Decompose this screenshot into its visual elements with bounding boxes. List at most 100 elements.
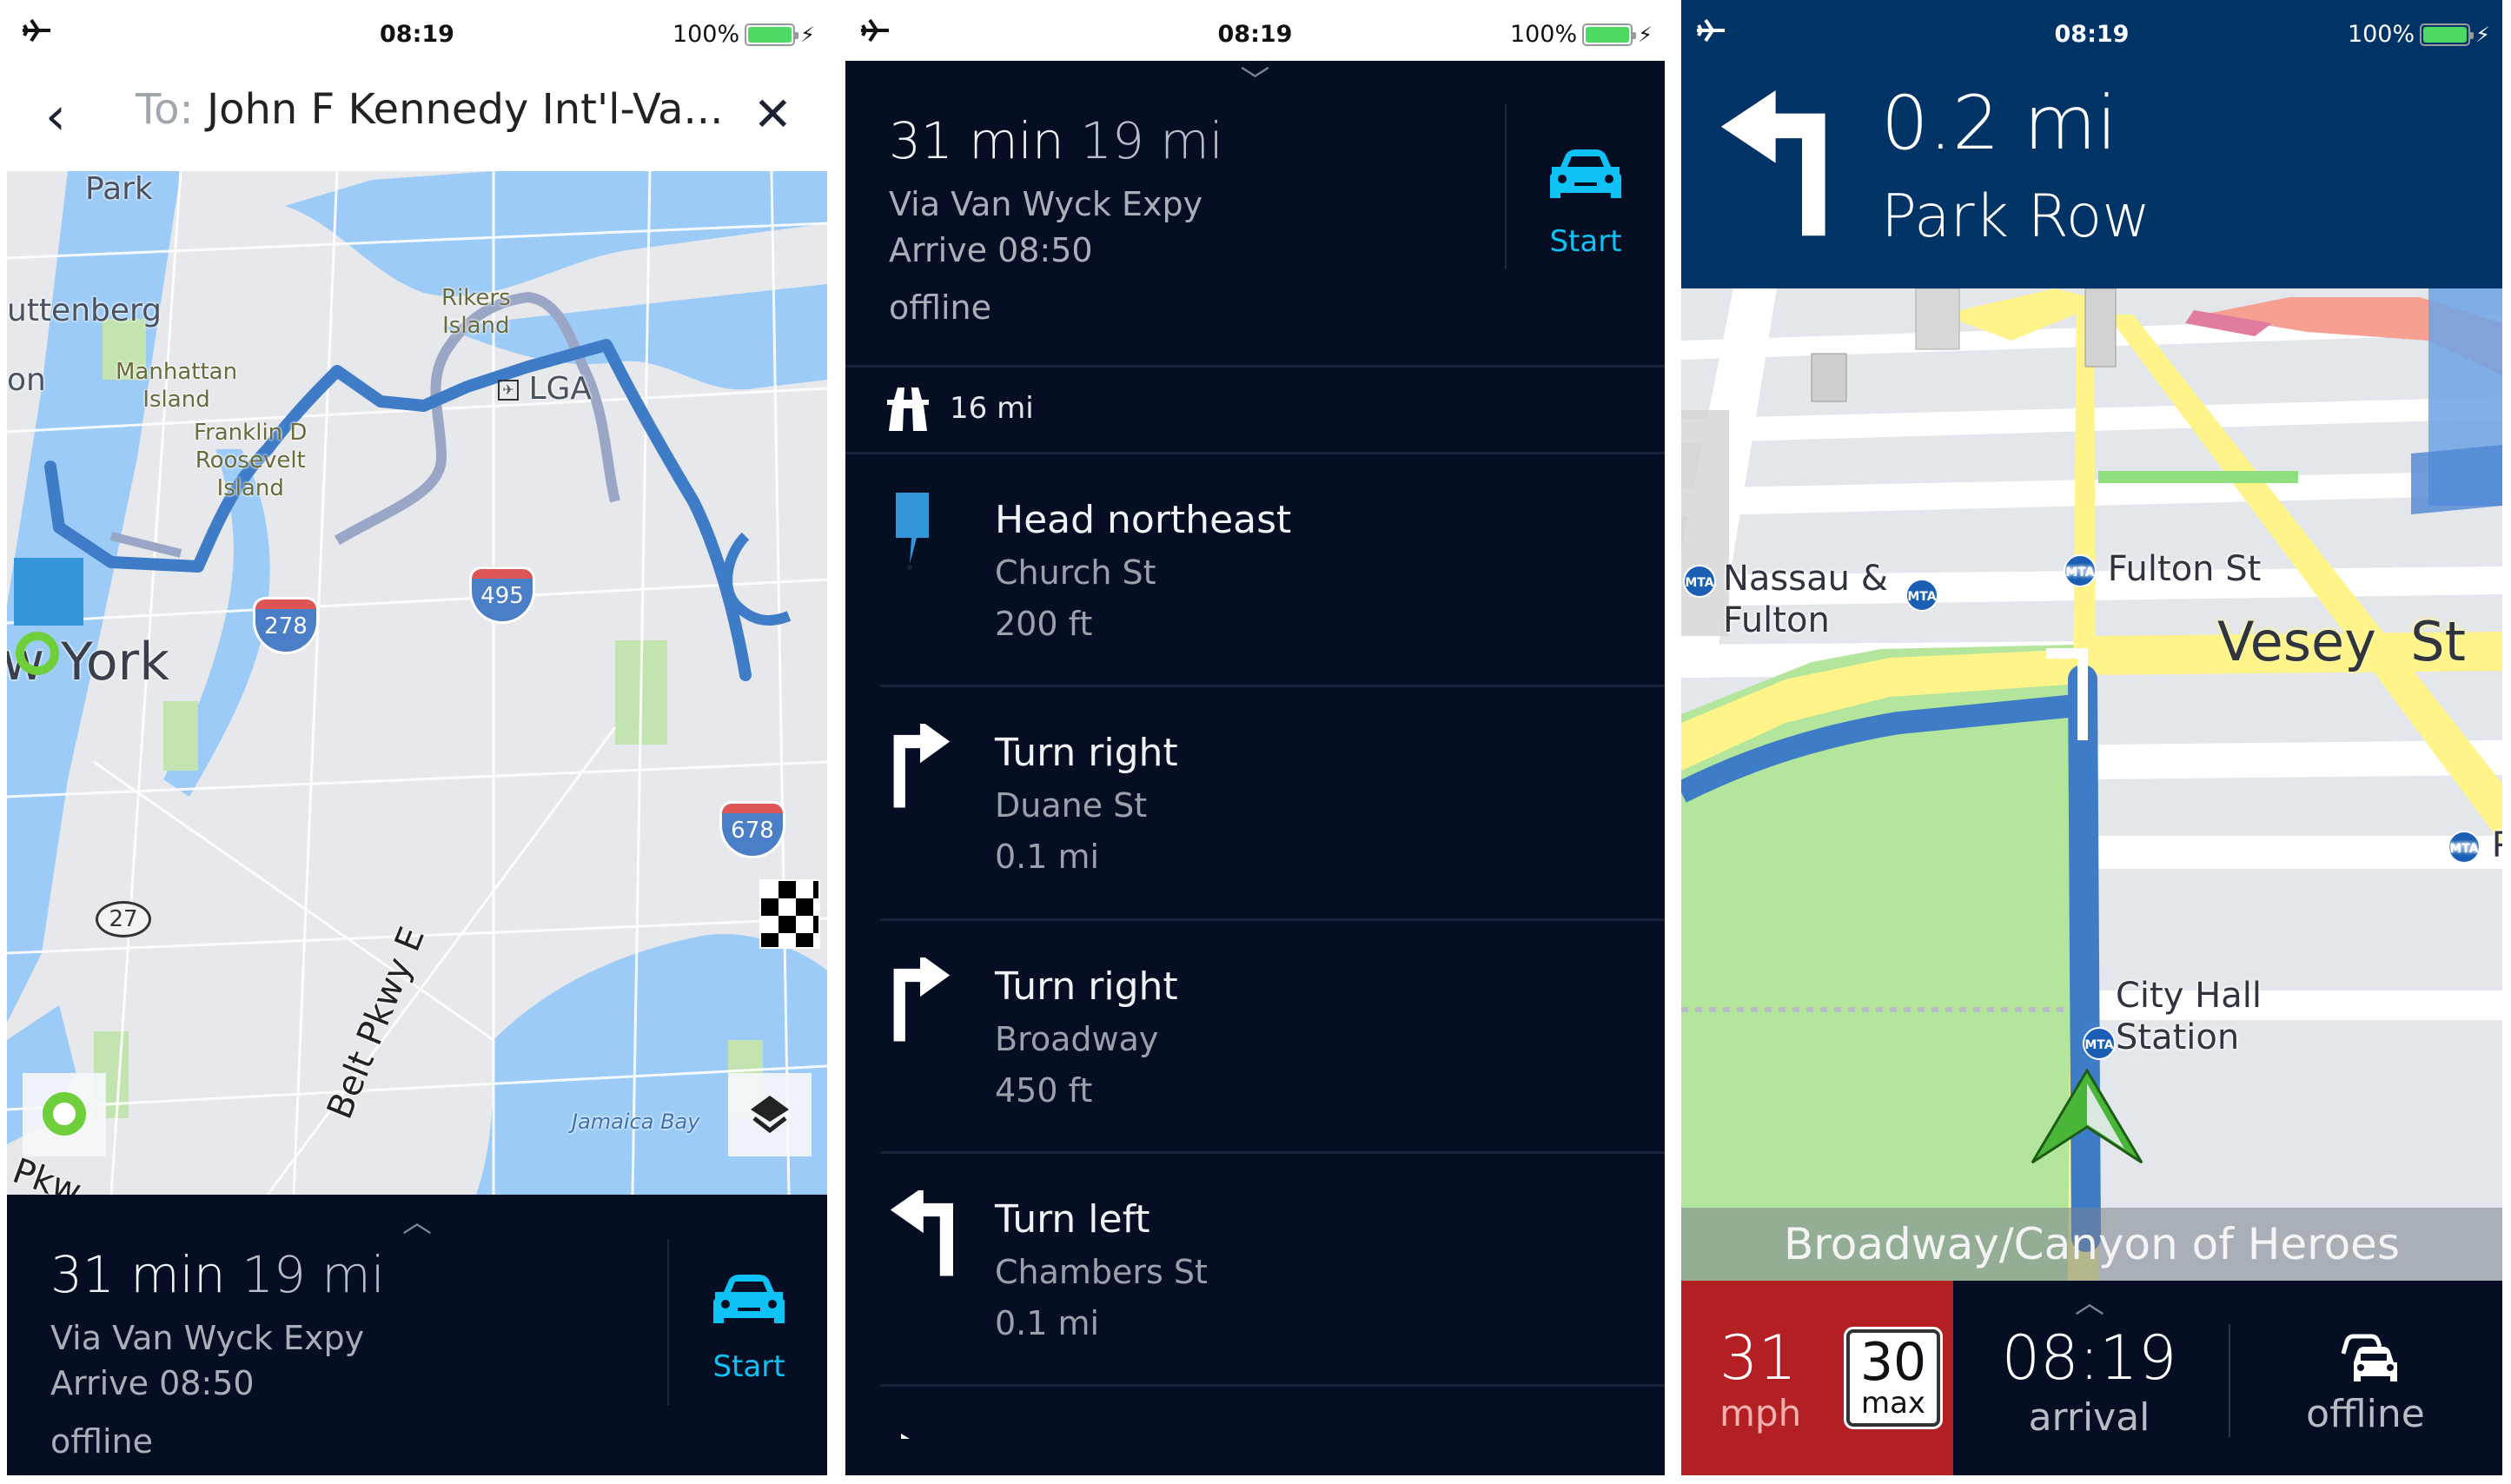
next-turn-street: Park Row xyxy=(1881,182,2150,251)
turn-right-icon xyxy=(893,724,951,808)
map-label-park: Park xyxy=(85,171,153,207)
route-summary-sheet[interactable]: ︿ 31 min 19 mi Via Van Wyck Expy Arrive … xyxy=(7,1195,827,1475)
route-summary[interactable]: ﹀ 31 min 19 mi Via Van Wyck Expy Arrive … xyxy=(845,61,1665,367)
start-navigation-button[interactable]: Start xyxy=(1525,148,1646,259)
arrival-label: arrival xyxy=(2028,1395,2150,1440)
expand-chevron-icon[interactable]: ︿ xyxy=(400,1208,434,1237)
interstate-shield-278: 278 xyxy=(253,597,319,654)
route-duration: 31 min xyxy=(889,111,1064,170)
map-label-manhattan-island: Manhattan Island xyxy=(116,359,238,413)
route-distance: 19 mi xyxy=(1080,111,1223,170)
destination-name: John F Kennedy Int'l-Va... xyxy=(206,85,724,134)
next-maneuver-banner[interactable]: 0.2 mi Park Row xyxy=(1681,61,2502,288)
close-button[interactable]: ✕ xyxy=(753,87,792,142)
route-overview-screen: 08:19 100% ⚡ ‹ To: John F Kennedy Int'l-… xyxy=(7,0,827,1475)
my-location-button[interactable] xyxy=(23,1073,106,1156)
map-label-rikers-island: Rikers Island xyxy=(441,285,511,339)
mta-subway-icon: MTA xyxy=(1905,579,1938,612)
charging-bolt-icon: ⚡ xyxy=(1638,22,1653,47)
status-bar: 08:19 100% ⚡ xyxy=(7,0,827,61)
map-label-jamaica-bay: Jamaica Bay xyxy=(572,1110,700,1134)
arrival-panel: 08:19 arrival xyxy=(1953,1281,2225,1475)
next-turn-distance: 0.2 mi xyxy=(1881,80,2117,167)
route-arrival: Arrive 08:50 xyxy=(50,1364,255,1402)
highway-distance-row: 16 mi xyxy=(845,367,1665,454)
maneuver-distance: 200 ft xyxy=(995,605,1093,643)
lga-text: LGA xyxy=(528,371,593,407)
poi-label-city-hall-station: City Hall Station xyxy=(2116,976,2262,1057)
turn-left-icon xyxy=(890,1190,954,1276)
battery-percent: 100% xyxy=(2347,21,2415,48)
battery-icon xyxy=(745,23,799,46)
highway-icon xyxy=(887,388,929,431)
chevron-left-icon: ‹ xyxy=(45,86,66,147)
battery-percent: 100% xyxy=(1509,21,1578,48)
maneuver-instruction: Head northeast xyxy=(995,498,1292,542)
route-via: Via Van Wyck Expy xyxy=(889,185,1203,223)
interstate-shield-495: 495 xyxy=(469,566,535,624)
battery-icon xyxy=(2420,23,2475,46)
maneuver-item[interactable]: Turn right Duane St 0.1 mi xyxy=(845,687,1665,920)
collapse-chevron-icon[interactable]: ﹀ xyxy=(1238,67,1273,96)
divider xyxy=(667,1240,669,1405)
start-marker-icon xyxy=(14,558,83,626)
turn-left-icon xyxy=(1720,90,1825,236)
traffic-cars-icon xyxy=(2341,1334,2397,1381)
route-mode: offline xyxy=(50,1422,154,1461)
state-route-shield-27: 27 xyxy=(96,901,151,937)
guidance-dashboard[interactable]: 31 mph 30 max ︿ 08:19 arrival offline xyxy=(1681,1281,2502,1475)
battery-icon xyxy=(1582,23,1637,46)
start-navigation-button[interactable]: Start xyxy=(688,1273,810,1384)
guidance-screen: 08:19 100% ⚡ 0.2 mi Park Row Nassau & Fu… xyxy=(1681,0,2502,1475)
poi-text: Pa xyxy=(2491,825,2502,865)
highway-distance: 16 mi xyxy=(950,391,1034,426)
start-label: Start xyxy=(712,1349,785,1384)
maneuver-instruction: Turn left xyxy=(995,1197,1150,1242)
next-maneuver-partial-icon xyxy=(901,1434,910,1439)
current-street-label: Broadway/Canyon of Heroes xyxy=(1681,1208,2502,1281)
maneuver-street: Broadway xyxy=(995,1020,1159,1058)
maneuver-item[interactable]: Turn right Broadway 450 ft xyxy=(845,921,1665,1154)
status-bar: 08:19 100% ⚡ xyxy=(1681,0,2502,61)
map-layers-button[interactable] xyxy=(728,1073,812,1156)
maneuver-item[interactable]: Head northeast Church St 200 ft xyxy=(845,454,1665,687)
map-label-roosevelt-island: Franklin D Roosevelt Island xyxy=(194,420,308,501)
maneuver-street: Church St xyxy=(995,553,1156,592)
maneuver-instruction: Turn right xyxy=(995,731,1178,775)
route-arrival: Arrive 08:50 xyxy=(889,231,1093,269)
shield-number: 495 xyxy=(469,579,535,624)
battery-indicator: 100% ⚡ xyxy=(2348,21,2490,48)
traffic-status-button[interactable]: offline xyxy=(2229,1281,2502,1475)
route-line xyxy=(2068,665,2101,1252)
back-button[interactable]: ‹ xyxy=(45,90,89,142)
arrival-time: 08:19 xyxy=(2001,1322,2177,1394)
destination-field[interactable]: To: John F Kennedy Int'l-Va... xyxy=(136,85,723,134)
maneuver-item[interactable]: Turn left Chambers St 0.1 mi xyxy=(845,1154,1665,1387)
shield-number: 678 xyxy=(719,813,785,858)
map-3d-background xyxy=(1681,288,2502,1281)
status-bar: 08:19 100% ⚡ xyxy=(845,0,1665,61)
close-icon: ✕ xyxy=(752,87,792,142)
mta-subway-icon: MTA xyxy=(1683,565,1716,598)
battery-indicator: 100% ⚡ xyxy=(1510,21,1653,48)
map-label-guttenberg: uttenberg xyxy=(7,293,162,328)
speed-limit-sign: 30 max xyxy=(1844,1327,1943,1429)
route-map[interactable]: Park uttenberg on Rikers Island Manhatta… xyxy=(7,171,827,1195)
turn-right-icon xyxy=(893,957,951,1042)
speed-limit-unit: max xyxy=(1860,1386,1926,1421)
charging-bolt-icon: ⚡ xyxy=(2475,22,2490,47)
locate-icon xyxy=(43,1092,86,1136)
alternate-route-line xyxy=(109,532,182,558)
poi-text: Nassau & Fulton xyxy=(1723,559,1888,640)
route-mode: offline xyxy=(889,288,992,327)
divider xyxy=(1505,104,1507,269)
airport-icon: ✈ xyxy=(498,380,519,401)
speed-limit-value: 30 xyxy=(1859,1332,1927,1393)
maneuver-street: Chambers St xyxy=(995,1253,1208,1291)
maneuver-distance: 450 ft xyxy=(995,1071,1093,1110)
current-location-icon xyxy=(16,632,59,675)
poi-label-partial: MTA Pa xyxy=(2448,825,2502,865)
battery-percent: 100% xyxy=(672,21,740,48)
3d-navigation-map[interactable]: Nassau & Fulton MTA MTA MTA Fulton St Ve… xyxy=(1681,288,2502,1281)
mta-subway-icon: MTA xyxy=(2083,1027,2116,1060)
